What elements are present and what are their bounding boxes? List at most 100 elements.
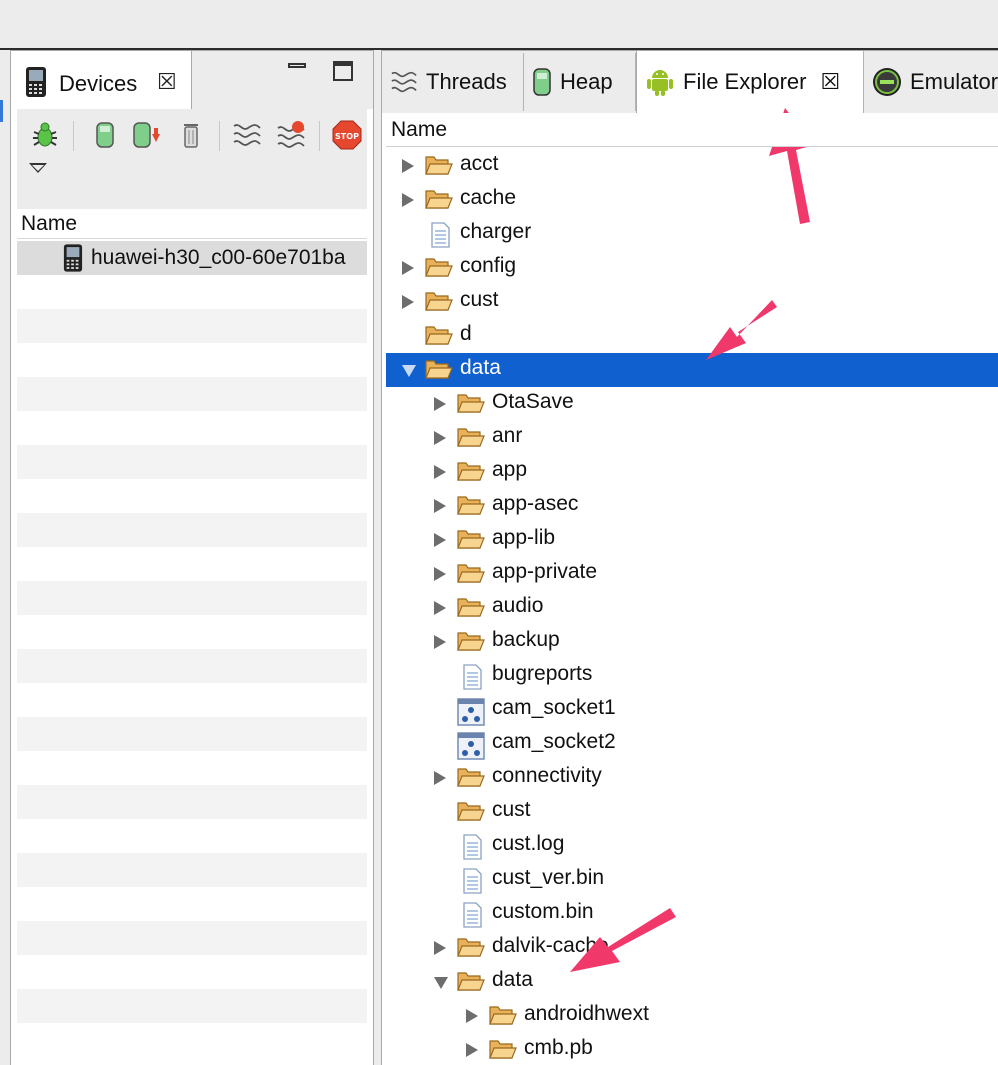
- folder-icon: [424, 255, 454, 284]
- toolbar-separator: [219, 121, 220, 151]
- devices-tabbar: Devices ☒: [11, 51, 373, 109]
- update-threads-icon[interactable]: [231, 117, 263, 153]
- tab-threads[interactable]: Threads: [382, 53, 524, 111]
- expand-icon[interactable]: [466, 1043, 478, 1057]
- close-icon[interactable]: ☒: [157, 69, 177, 95]
- tab-label: File Explorer: [683, 69, 807, 94]
- tree-row[interactable]: acct: [386, 149, 998, 183]
- folder-icon: [424, 357, 454, 386]
- tree-row[interactable]: cust: [386, 795, 998, 829]
- folder-icon: [456, 493, 486, 522]
- tree-row[interactable]: cam_socket1: [386, 693, 998, 727]
- expand-icon[interactable]: [434, 771, 446, 785]
- tree-row[interactable]: app-lib: [386, 523, 998, 557]
- expand-icon[interactable]: [434, 601, 446, 615]
- expand-icon[interactable]: [434, 533, 446, 547]
- stop-process-icon[interactable]: STOP: [331, 117, 363, 153]
- empty-row: [17, 479, 367, 513]
- tree-row[interactable]: connectivity: [386, 761, 998, 795]
- dump-hprof-icon[interactable]: [131, 117, 163, 153]
- empty-row: [17, 309, 367, 343]
- device-row[interactable]: huawei-h30_c00-60e701ba: [17, 241, 367, 275]
- expand-icon[interactable]: [434, 941, 446, 955]
- empty-row: [17, 547, 367, 581]
- tree-item-name: androidhwext: [524, 1002, 649, 1025]
- tree-item-name: cust.log: [492, 832, 565, 855]
- tree-row[interactable]: charger: [386, 217, 998, 251]
- empty-row: [17, 887, 367, 921]
- devices-list: Name huawei-h30_c00-60e701ba: [17, 209, 367, 1065]
- expand-icon[interactable]: [402, 193, 414, 207]
- expand-icon[interactable]: [402, 261, 414, 275]
- close-icon[interactable]: ☒: [820, 69, 840, 95]
- empty-row: [17, 683, 367, 717]
- tree-row[interactable]: app-private: [386, 557, 998, 591]
- expand-icon[interactable]: [434, 567, 446, 581]
- tree-row[interactable]: data: [386, 965, 998, 999]
- update-heap-icon[interactable]: [89, 117, 121, 153]
- svg-text:STOP: STOP: [335, 132, 359, 141]
- tree-row[interactable]: app-asec: [386, 489, 998, 523]
- tree-row[interactable]: cache: [386, 183, 998, 217]
- side-trim-marker: [0, 100, 3, 122]
- view-menu-icon[interactable]: [29, 163, 47, 173]
- expand-icon[interactable]: [466, 1009, 478, 1023]
- tab-heap[interactable]: Heap: [524, 53, 636, 111]
- tree-row[interactable]: d: [386, 319, 998, 353]
- tree-item-name: cache: [460, 186, 517, 209]
- expand-icon[interactable]: [434, 499, 446, 513]
- tree-row[interactable]: cmb.pb: [386, 1033, 998, 1065]
- tree-item-name: bugreports: [492, 662, 593, 685]
- folder-icon: [488, 1037, 518, 1065]
- tree-row[interactable]: custom.bin: [386, 897, 998, 931]
- toolbar-separator: [319, 121, 320, 151]
- heap-icon: [532, 67, 552, 97]
- tab-emulator[interactable]: Emulator: [864, 53, 998, 111]
- minimize-icon[interactable]: [288, 63, 306, 68]
- tree-row[interactable]: cam_socket2: [386, 727, 998, 761]
- expand-icon[interactable]: [434, 465, 446, 479]
- collapse-icon[interactable]: [434, 977, 448, 989]
- empty-row: [17, 445, 367, 479]
- tree-row[interactable]: cust.log: [386, 829, 998, 863]
- tree-row[interactable]: data: [386, 353, 998, 387]
- maximize-icon[interactable]: [333, 61, 353, 81]
- empty-row: [17, 955, 367, 989]
- debug-bug-icon[interactable]: [29, 117, 61, 153]
- collapse-icon[interactable]: [402, 365, 416, 377]
- empty-row: [17, 921, 367, 955]
- expand-icon[interactable]: [434, 635, 446, 649]
- folder-icon: [456, 629, 486, 658]
- tree-row[interactable]: anr: [386, 421, 998, 455]
- tree-row[interactable]: audio: [386, 591, 998, 625]
- tree-row[interactable]: dalvik-cache: [386, 931, 998, 965]
- folder-icon: [456, 595, 486, 624]
- folder-icon: [456, 561, 486, 590]
- file-icon: [428, 221, 452, 254]
- tree-row[interactable]: cust_ver.bin: [386, 863, 998, 897]
- tree-row[interactable]: androidhwext: [386, 999, 998, 1033]
- folder-icon: [456, 527, 486, 556]
- tab-file-explorer[interactable]: File Explorer ☒: [636, 51, 864, 113]
- cause-gc-icon[interactable]: [175, 117, 207, 153]
- tree-row[interactable]: app: [386, 455, 998, 489]
- tree-row[interactable]: cust: [386, 285, 998, 319]
- folder-icon: [424, 289, 454, 318]
- tree-row[interactable]: config: [386, 251, 998, 285]
- tree-item-name: cust: [460, 288, 499, 311]
- empty-row: [17, 411, 367, 445]
- tab-devices-label: Devices: [59, 71, 138, 96]
- file-tree-column-header[interactable]: Name: [386, 113, 998, 147]
- tab-devices[interactable]: Devices ☒: [11, 51, 192, 109]
- start-method-profiling-icon[interactable]: [275, 117, 307, 153]
- expand-icon[interactable]: [402, 159, 414, 173]
- expand-icon[interactable]: [434, 431, 446, 445]
- tree-row[interactable]: OtaSave: [386, 387, 998, 421]
- devices-column-header[interactable]: Name: [17, 209, 367, 239]
- tree-row[interactable]: bugreports: [386, 659, 998, 693]
- tree-row[interactable]: backup: [386, 625, 998, 659]
- expand-icon[interactable]: [434, 397, 446, 411]
- tree-item-name: app-asec: [492, 492, 579, 515]
- expand-icon[interactable]: [402, 295, 414, 309]
- folder-icon: [456, 459, 486, 488]
